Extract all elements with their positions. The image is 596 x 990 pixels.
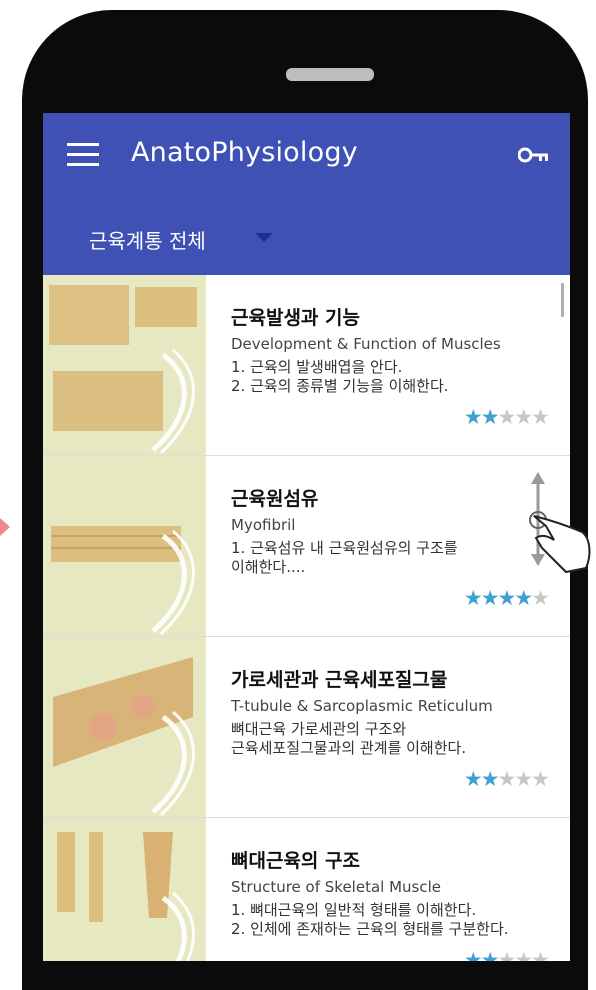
lesson-card[interactable]: 가로세관과 근육세포질그물 T-tubule & Sarcoplasmic Re…: [43, 637, 570, 818]
lesson-description-line: 1. 근육섬유 내 근육원섬유의 구조를: [231, 539, 458, 557]
star-icon: ★: [514, 405, 533, 429]
menu-icon[interactable]: [67, 143, 99, 167]
lesson-title: 가로세관과 근육세포질그물: [231, 669, 448, 691]
star-icon: ★: [514, 767, 533, 791]
star-icon: ★: [497, 767, 517, 791]
star-icon: ★: [480, 767, 500, 791]
lesson-description-line: 2. 인체에 존재하는 근육의 형태를 구분한다.: [231, 920, 509, 938]
lesson-description: 1. 근육섬유 내 근육원섬유의 구조를 이해한다....: [231, 539, 551, 577]
star-icon: ★: [497, 586, 517, 610]
lesson-description: 1. 뼈대근육의 일반적 형태를 이해한다. 2. 인체에 존재하는 근육의 형…: [231, 901, 551, 939]
lesson-description-line: 뼈대근육 가로세관의 구조와: [231, 720, 407, 738]
lesson-thumbnail: [43, 818, 206, 961]
star-icon: ★: [531, 767, 550, 791]
star-icon: ★: [497, 948, 517, 961]
lesson-description-line: 1. 뼈대근육의 일반적 형태를 이해한다.: [231, 901, 477, 919]
lesson-rating: ★★★★★: [463, 948, 550, 961]
app-title: AnatoPhysiology: [131, 137, 358, 168]
key-icon[interactable]: [518, 147, 550, 163]
lesson-rating: ★★★★★: [463, 586, 550, 610]
app-bar: AnatoPhysiology 근육계통 전체: [43, 113, 570, 275]
lesson-description-line: 1. 근육의 발생배엽을 안다.: [231, 358, 403, 376]
star-icon: ★: [514, 586, 533, 610]
lesson-card[interactable]: 근육발생과 기능 Development & Function of Muscl…: [43, 275, 570, 456]
star-icon: ★: [497, 405, 517, 429]
lesson-subtitle: Myofibril: [231, 516, 296, 534]
lesson-thumbnail: [43, 275, 206, 455]
star-icon: ★: [480, 405, 500, 429]
star-icon: ★: [463, 586, 483, 610]
star-icon: ★: [480, 586, 500, 610]
lesson-description: 뼈대근육 가로세관의 구조와 근육세포질그물과의 관계를 이해한다.: [231, 720, 551, 758]
lesson-description-line: 이해한다....: [231, 558, 306, 576]
lesson-title: 뼈대근육의 구조: [231, 850, 360, 872]
star-icon: ★: [531, 405, 550, 429]
lesson-title: 근육원섬유: [231, 488, 319, 510]
star-icon: ★: [463, 405, 483, 429]
app-screen: AnatoPhysiology 근육계통 전체 근육발생과 기능 Develop…: [43, 113, 570, 961]
lesson-description-line: 근육세포질그물과의 관계를 이해한다.: [231, 739, 467, 757]
hand-pointer-icon: [529, 472, 591, 574]
lesson-card[interactable]: 뼈대근육의 구조 Structure of Skeletal Muscle 1.…: [43, 818, 570, 961]
star-icon: ★: [531, 586, 550, 610]
dropdown-arrow-icon[interactable]: [255, 233, 273, 242]
scrollbar[interactable]: [561, 283, 564, 317]
lesson-subtitle: Structure of Skeletal Muscle: [231, 878, 441, 896]
star-icon: ★: [480, 948, 500, 961]
lesson-title: 근육발생과 기능: [231, 307, 360, 329]
lesson-description: 1. 근육의 발생배엽을 안다. 2. 근육의 종류별 기능을 이해한다.: [231, 358, 551, 396]
star-icon: ★: [531, 948, 550, 961]
lesson-rating: ★★★★★: [463, 405, 550, 429]
star-icon: ★: [463, 948, 483, 961]
side-pointer-arrow: [0, 518, 10, 536]
lesson-description-line: 2. 근육의 종류별 기능을 이해한다.: [231, 377, 449, 395]
star-icon: ★: [463, 767, 483, 791]
category-selector[interactable]: 근육계통 전체: [89, 225, 206, 254]
lesson-subtitle: T-tubule & Sarcoplasmic Reticulum: [231, 697, 493, 715]
lesson-thumbnail: [43, 637, 206, 817]
phone-speaker: [286, 68, 374, 81]
lesson-subtitle: Development & Function of Muscles: [231, 335, 501, 353]
lesson-rating: ★★★★★: [463, 767, 550, 791]
star-icon: ★: [514, 948, 533, 961]
lesson-thumbnail: [43, 456, 206, 636]
lesson-card[interactable]: 근육원섬유 Myofibril 1. 근육섬유 내 근육원섬유의 구조를 이해한…: [43, 456, 570, 637]
